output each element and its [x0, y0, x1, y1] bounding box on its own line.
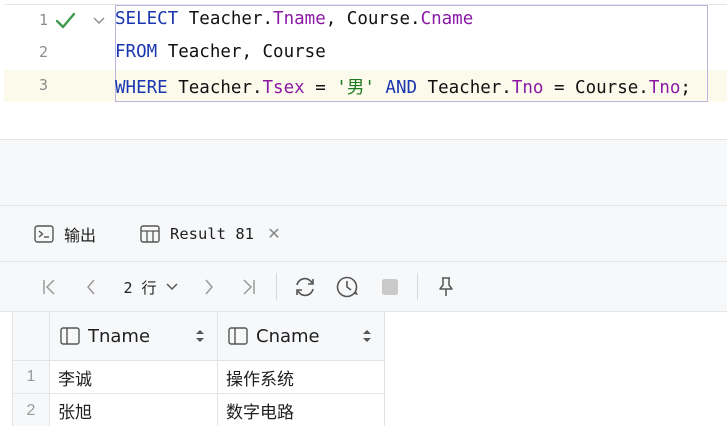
chevron-right-icon [205, 279, 213, 295]
stop-button[interactable] [378, 274, 402, 300]
cell-value: 张旭 [58, 403, 92, 423]
code-line-3[interactable]: WHERE Teacher.Tsex = '男' AND Teacher.Tno… [115, 74, 691, 99]
code-token: Tno [648, 78, 681, 98]
first-page-button[interactable] [38, 274, 60, 300]
toolbar-separator [417, 273, 418, 300]
history-button[interactable] [335, 274, 361, 300]
grid-header: Tname Cname [13, 312, 384, 361]
fold-chevron-icon[interactable] [92, 15, 106, 27]
code-token: = Course. [543, 78, 649, 98]
chevron-left-icon [87, 279, 95, 295]
rows-count-label: 2 行 [123, 278, 157, 297]
table-row[interactable]: 1 李诚 操作系统 [13, 361, 384, 394]
column-header-tname[interactable]: Tname [50, 312, 218, 360]
splitter[interactable] [0, 140, 727, 205]
column-header-cname[interactable]: Cname [218, 312, 384, 360]
column-name: Cname [256, 325, 320, 347]
code-token: , Course. [325, 9, 421, 29]
check-icon [55, 12, 76, 29]
toolbar-separator [276, 273, 277, 300]
cell-value: 操作系统 [226, 369, 294, 390]
pin-tab-button[interactable] [434, 274, 458, 300]
last-page-icon [243, 279, 255, 295]
code-token: ; [680, 78, 691, 98]
tab-result-label: Result 81 [170, 225, 254, 243]
tab-output[interactable]: 输出 [34, 206, 96, 262]
column-name: Tname [88, 325, 151, 347]
result-grid: Tname Cname 1 李诚 操作系统 2 张旭 数字电路 [12, 312, 385, 426]
table-cell[interactable]: 数字电路 [218, 394, 384, 426]
code-token: WHERE [115, 78, 168, 98]
row-number-header [13, 312, 50, 360]
refresh-icon [296, 277, 314, 297]
code-token: Teacher, Course [157, 42, 326, 62]
sql-editor[interactable]: 1 2 3 SELECT Teacher.Tname, Course.Cname… [0, 0, 727, 140]
code-token: Cname [420, 9, 474, 29]
code-line-1[interactable]: SELECT Teacher.Tname, Course.Cname [115, 9, 473, 29]
row-number: 1 [13, 361, 50, 393]
code-token: SELECT [115, 9, 179, 29]
line-number: 1 [38, 11, 48, 29]
table-icon [140, 225, 160, 243]
row-number: 2 [13, 394, 50, 426]
column-icon [228, 327, 248, 345]
line-number: 3 [38, 76, 48, 94]
table-row[interactable]: 2 张旭 数字电路 [13, 394, 384, 426]
sort-icon[interactable] [195, 329, 205, 343]
sort-icon[interactable] [362, 329, 372, 343]
code-line-2[interactable]: FROM Teacher, Course [115, 42, 326, 62]
tab-result[interactable]: Result 81 ✕ [140, 206, 282, 262]
rows-count-dropdown[interactable]: 2 行 [118, 274, 184, 300]
refresh-button[interactable] [292, 274, 318, 300]
result-toolbar: 2 行 [0, 261, 727, 312]
table-cell[interactable]: 李诚 [50, 361, 218, 393]
code-token: AND [385, 78, 418, 98]
code-token: Tname [273, 9, 326, 29]
cell-value: 数字电路 [226, 403, 294, 423]
first-page-icon [43, 279, 55, 295]
column-icon [60, 327, 80, 345]
code-token: Teacher. [167, 78, 263, 98]
chevron-down-icon [166, 283, 178, 291]
code-token: Teacher. [417, 78, 512, 98]
previous-page-button[interactable] [80, 274, 102, 300]
code-token: '男' [336, 78, 375, 98]
tab-output-label: 输出 [64, 228, 97, 245]
code-token: Tsex [262, 78, 305, 98]
tool-window-tabs: 输出 Result 81 ✕ [0, 205, 727, 261]
code-token: Tno [511, 78, 544, 98]
clock-icon [336, 276, 358, 298]
pin-icon [439, 277, 453, 296]
last-page-button[interactable] [238, 274, 260, 300]
next-page-button[interactable] [198, 274, 220, 300]
table-cell[interactable]: 操作系统 [218, 361, 384, 393]
close-icon[interactable]: ✕ [266, 224, 282, 244]
table-cell[interactable]: 张旭 [50, 394, 218, 426]
cell-value: 李诚 [58, 369, 92, 390]
code-token: = [304, 78, 337, 98]
stop-icon [382, 279, 398, 295]
line-number: 2 [38, 43, 48, 61]
console-icon [34, 225, 54, 243]
code-token: FROM [115, 42, 158, 62]
code-token: Teacher. [178, 9, 274, 29]
